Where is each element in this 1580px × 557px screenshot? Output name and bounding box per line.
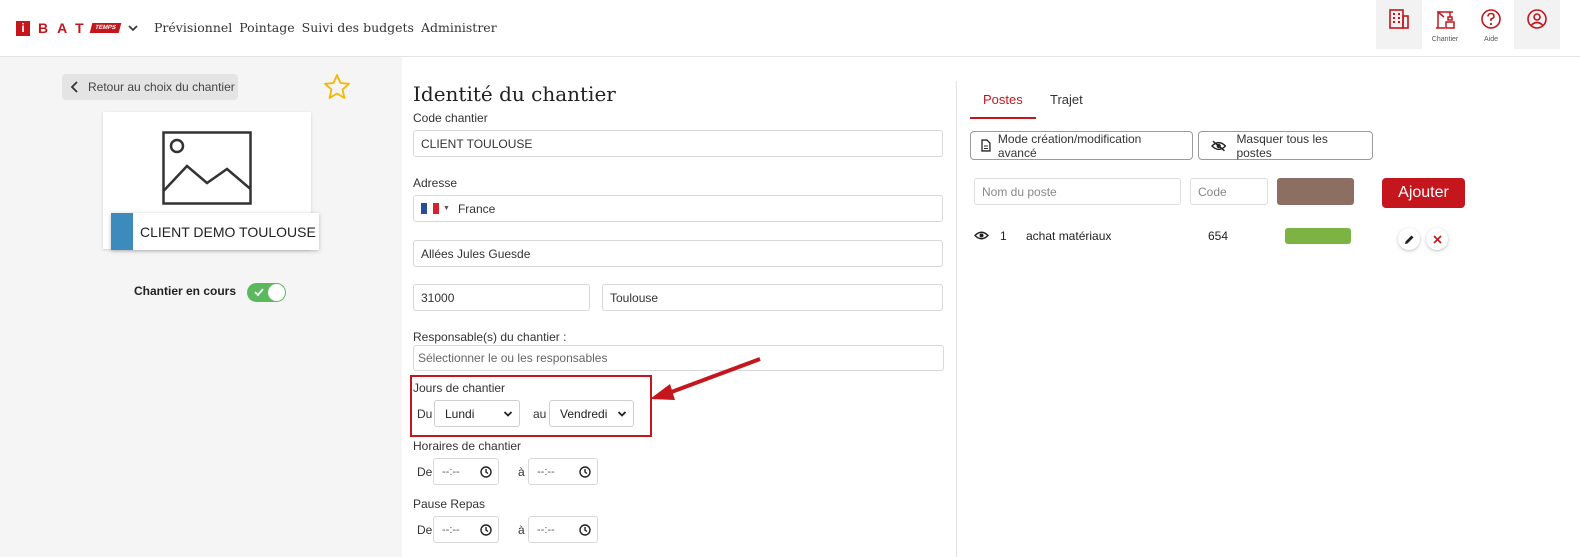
- site-name-card: CLIENT DEMO TOULOUSE I: [111, 213, 319, 250]
- site-summary-panel: Retour au choix du chantier CLIENT DEMO …: [0, 57, 402, 557]
- hours-to-label: à: [518, 465, 525, 479]
- days-label: Jours de chantier: [413, 381, 506, 395]
- poste-code: 654: [1208, 229, 1229, 243]
- caret-down-icon: ▼: [443, 205, 450, 212]
- user-icon: [1527, 9, 1547, 29]
- delete-poste-button[interactable]: [1426, 228, 1448, 250]
- street-input[interactable]: Allées Jules Guesde: [413, 240, 943, 267]
- hide-all-postes-label: Masquer tous les postes: [1236, 131, 1328, 160]
- menu-item-pointage[interactable]: Pointage: [239, 20, 294, 35]
- poste-color: [1285, 228, 1351, 244]
- logo-temps: TEMPS: [89, 23, 121, 33]
- menu-item-suivi-budgets[interactable]: Suivi des budgets: [302, 20, 414, 35]
- country-select[interactable]: ▼ France: [413, 195, 943, 222]
- app-logo[interactable]: i BAT TEMPS: [16, 20, 139, 36]
- days-to-select[interactable]: Vendredi: [549, 400, 634, 427]
- top-navbar: i BAT TEMPS Prévisionnel Pointage Suivi …: [0, 0, 1580, 57]
- poste-name-input[interactable]: Nom du poste: [974, 178, 1181, 205]
- star-icon[interactable]: [323, 73, 351, 101]
- logo-bat: BAT: [38, 20, 93, 36]
- chevron-left-icon: [70, 81, 78, 93]
- document-icon: [981, 139, 991, 152]
- edit-poste-button[interactable]: [1398, 228, 1420, 250]
- clock-icon: [579, 466, 591, 478]
- site-status-toggle[interactable]: [247, 283, 286, 302]
- help-icon: [1481, 9, 1501, 29]
- code-input[interactable]: CLIENT TOULOUSE: [413, 130, 943, 157]
- eye-icon[interactable]: [974, 230, 989, 241]
- tab-trajet[interactable]: Trajet: [1050, 92, 1083, 107]
- address-label: Adresse: [413, 176, 458, 190]
- site-color-tag: [111, 213, 133, 250]
- hours-from-label: De: [417, 465, 433, 479]
- page-title: Identité du chantier: [413, 82, 616, 106]
- advanced-mode-label: Mode création/modification avancé: [997, 131, 1142, 160]
- header-building[interactable]: [1376, 0, 1422, 49]
- header-aide[interactable]: Aide: [1468, 8, 1514, 43]
- eye-off-icon: [1211, 140, 1227, 151]
- break-from-label: De: [417, 523, 433, 537]
- poste-name: achat matériaux: [1026, 229, 1112, 243]
- poste-index: 1: [1000, 229, 1007, 243]
- days-from-label: Du: [417, 407, 433, 421]
- menu-item-previsionnel[interactable]: Prévisionnel: [154, 20, 232, 35]
- days-to-label: au: [533, 407, 547, 421]
- clock-icon: [480, 466, 492, 478]
- active-tab-indicator: [970, 117, 1036, 119]
- code-label: Code chantier: [413, 111, 488, 125]
- hours-from-input[interactable]: --:--: [433, 458, 499, 485]
- clock-icon: [480, 524, 492, 536]
- days-from-value: Lundi: [445, 406, 475, 421]
- france-flag-icon: [421, 203, 439, 214]
- hours-to-value: --:--: [537, 465, 555, 478]
- managers-label: Responsable(s) du chantier :: [413, 330, 567, 344]
- toggle-knob: [268, 284, 285, 301]
- break-from-value: --:--: [442, 523, 460, 536]
- building-icon: [1389, 9, 1409, 29]
- header-aide-label: Aide: [1483, 36, 1498, 43]
- days-to-value: Vendredi: [560, 406, 608, 421]
- site-name: CLIENT DEMO TOULOUSE I: [140, 224, 319, 240]
- poste-color-picker[interactable]: [1277, 178, 1354, 205]
- annotation-arrow-icon: [650, 357, 761, 400]
- image-icon: [162, 131, 252, 205]
- back-to-site-choice-button[interactable]: Retour au choix du chantier: [62, 74, 238, 100]
- logo-i: i: [16, 20, 30, 36]
- site-identity-form: Identité du chantier Code chantier CLIEN…: [402, 57, 956, 557]
- break-to-input[interactable]: --:--: [528, 516, 598, 543]
- hours-to-input[interactable]: --:--: [528, 458, 598, 485]
- break-to-value: --:--: [537, 523, 555, 536]
- hours-label: Horaires de chantier: [413, 439, 522, 453]
- tab-postes[interactable]: Postes: [983, 92, 1023, 107]
- main-menu: Prévisionnel Pointage Suivi des budgets …: [154, 20, 497, 35]
- site-status-label: Chantier en cours: [134, 284, 237, 298]
- postes-panel: Postes Trajet Mode création/modification…: [956, 81, 1580, 557]
- check-icon: [254, 288, 264, 297]
- country-value: France: [457, 201, 496, 216]
- header-chantier-label: Chantier: [1431, 36, 1459, 43]
- menu-item-administrer[interactable]: Administrer: [421, 20, 497, 35]
- hours-from-value: --:--: [442, 465, 460, 478]
- back-button-label: Retour au choix du chantier: [88, 80, 235, 94]
- advanced-mode-button[interactable]: Mode création/modification avancé: [970, 131, 1193, 160]
- hide-all-postes-button[interactable]: Masquer tous les postes: [1198, 131, 1373, 160]
- postal-code-input[interactable]: 31000: [413, 284, 590, 311]
- chevron-down-icon: [617, 411, 627, 417]
- crane-icon: [1436, 11, 1455, 29]
- chevron-down-icon: [503, 411, 513, 417]
- days-from-select[interactable]: Lundi: [434, 400, 520, 427]
- chevron-down-icon[interactable]: [127, 22, 139, 34]
- break-label: Pause Repas: [413, 497, 486, 511]
- add-poste-button[interactable]: Ajouter: [1382, 178, 1465, 208]
- break-to-label: à: [518, 523, 525, 537]
- header-chantier[interactable]: Chantier: [1422, 8, 1468, 43]
- clock-icon: [579, 524, 591, 536]
- pencil-icon: [1404, 235, 1413, 244]
- close-icon: [1432, 234, 1442, 244]
- poste-code-input[interactable]: Code: [1190, 178, 1268, 205]
- city-input[interactable]: Toulouse: [602, 284, 943, 311]
- break-from-input[interactable]: --:--: [433, 516, 499, 543]
- header-user[interactable]: [1514, 0, 1560, 49]
